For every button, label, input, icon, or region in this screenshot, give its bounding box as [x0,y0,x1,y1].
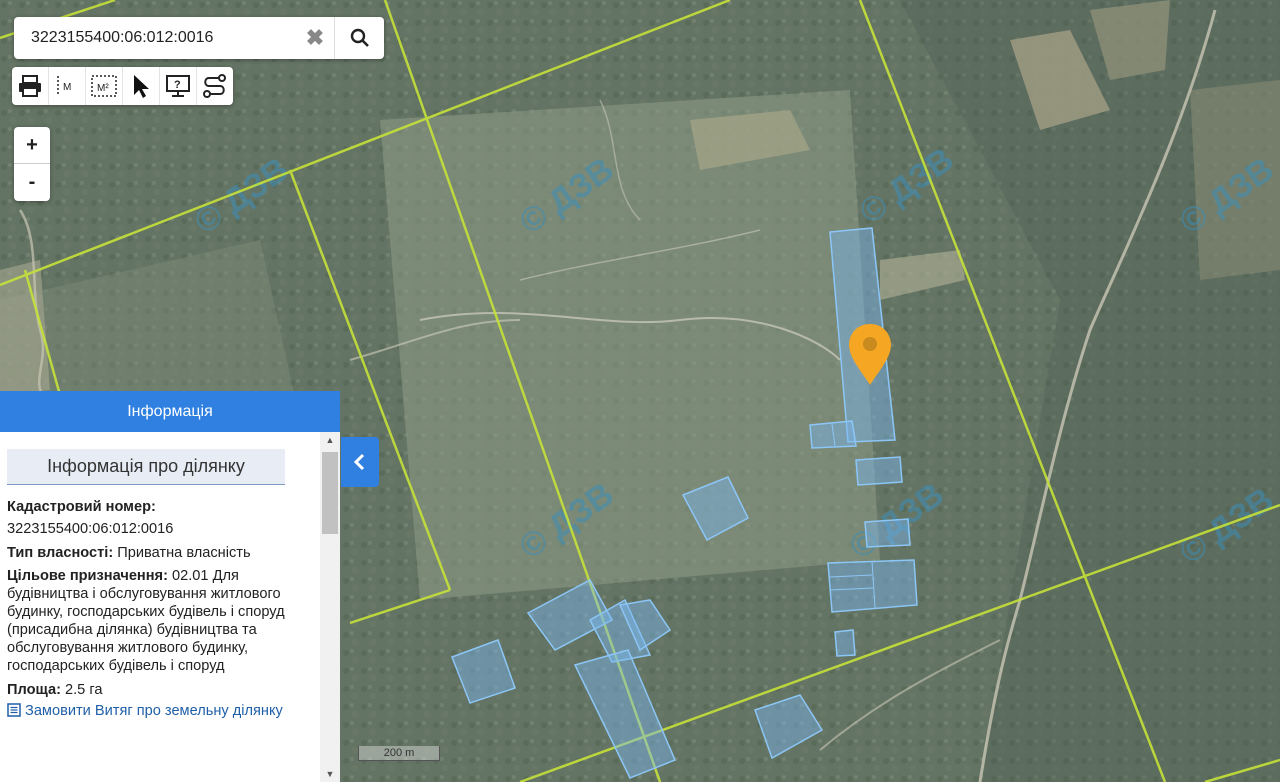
measure-distance-button[interactable]: M [49,67,86,105]
ownership-label: Тип власності: [7,545,114,561]
area-label: Площа: [7,682,61,698]
area-value: 2.5 га [65,682,103,698]
measure-area-icon: M² [91,75,117,97]
scroll-up-icon[interactable]: ▲ [320,432,340,448]
purpose-label: Цільове призначення: [7,568,168,584]
document-icon [7,703,21,717]
map-toolbar: M M² ? [12,67,233,105]
search-bar: ✖ [14,17,384,59]
measure-area-button[interactable]: M² [86,67,123,105]
scroll-thumb[interactable] [322,452,338,534]
panel-header: Інформація [0,391,340,432]
panel-title: Інформація про ділянку [7,449,285,485]
zoom-out-button[interactable]: - [14,164,50,200]
search-icon [350,28,369,47]
info-query-icon: ? [166,75,190,97]
route-icon [203,74,226,98]
measure-distance-icon: M [57,76,71,96]
close-icon: ✖ [305,25,325,50]
collapse-panel-button[interactable] [341,437,379,487]
clear-search-button[interactable]: ✖ [302,25,328,51]
zoom-in-button[interactable]: + [14,127,50,164]
scroll-down-icon[interactable]: ▼ [320,766,340,782]
area-unit-label: M² [97,83,109,94]
search-input[interactable] [29,17,313,59]
scale-bar: 200 m [358,746,440,762]
svg-text:?: ? [174,79,181,91]
route-button[interactable] [197,67,233,105]
scale-label: 200 m [383,747,415,759]
info-query-button[interactable]: ? [160,67,197,105]
select-tool-button[interactable] [123,67,160,105]
panel-body: Інформація про ділянку Кадастровий номер… [0,432,320,782]
cadastral-label: Кадастровий номер: [7,499,156,515]
cadastral-value: 3223155400:06:012:0016 [7,521,174,537]
search-button[interactable] [336,17,384,59]
length-unit-label: M [63,82,71,93]
zoom-control: + - [14,127,50,201]
parcel-details: Кадастровий номер: 3223155400:06:012:001… [0,498,320,720]
print-button[interactable] [12,67,49,105]
select-pointer-icon [134,75,149,98]
order-extract-label: Замовити Витяг про земельну ділянку [25,703,283,719]
divider [334,17,335,59]
order-extract-link[interactable]: Замовити Витяг про земельну ділянку [7,702,313,720]
printer-icon [19,75,41,97]
info-panel: Інформація Інформація про ділянку Кадаст… [0,391,340,782]
ownership-value: Приватна власність [117,545,251,561]
panel-scrollbar[interactable]: ▲ ▼ [320,432,340,782]
chevron-left-icon [353,453,365,471]
